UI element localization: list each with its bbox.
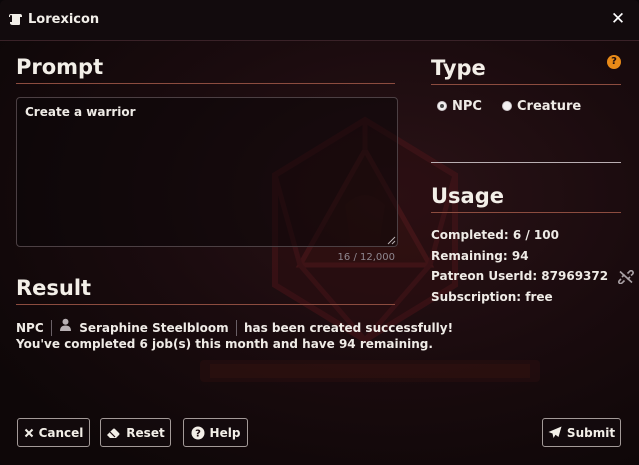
usage-subscription: Subscription: free xyxy=(431,290,553,304)
close-icon xyxy=(24,428,33,437)
result-status: has been created successfully! xyxy=(243,320,454,335)
radio-npc-label: NPC xyxy=(452,98,482,114)
banner-background-icon xyxy=(200,360,540,382)
reset-button[interactable]: Reset xyxy=(100,418,171,447)
title-bar: Lorexicon ✕ xyxy=(0,0,639,41)
user-icon xyxy=(60,318,72,331)
submit-button[interactable]: Submit xyxy=(542,418,621,447)
help-label: Help xyxy=(209,425,241,440)
lorexicon-dialog: Lorexicon ✕ Prompt Create a warrior 16 /… xyxy=(0,0,639,465)
result-message: NPC Seraphine Steelbloom has been create… xyxy=(16,318,453,336)
usage-remaining: Remaining: 94 xyxy=(431,249,529,263)
paper-plane-icon xyxy=(548,426,562,438)
radio-button-icon[interactable] xyxy=(502,101,512,111)
help-icon[interactable]: ? xyxy=(607,55,621,69)
eraser-icon xyxy=(107,428,120,438)
scroll-icon xyxy=(9,14,22,25)
svg-text:?: ? xyxy=(195,428,201,439)
divider xyxy=(235,319,237,336)
result-heading: Result xyxy=(16,275,395,305)
divider xyxy=(50,319,52,336)
help-button[interactable]: ? Help xyxy=(183,418,248,447)
patreon-userid: Patreon UserId: 87969372 xyxy=(431,269,609,283)
resize-grip-icon[interactable] xyxy=(387,236,396,245)
radio-creature[interactable]: Creature xyxy=(502,98,581,114)
usage-heading: Usage xyxy=(431,183,621,213)
radio-creature-label: Creature xyxy=(517,98,582,114)
prompt-text: Create a warrior xyxy=(25,105,136,119)
divider xyxy=(431,162,621,163)
prompt-heading: Prompt xyxy=(16,54,395,84)
question-circle-icon: ? xyxy=(191,426,205,439)
usage-completed: Completed: 6 / 100 xyxy=(431,228,559,242)
close-icon[interactable]: ✕ xyxy=(609,8,627,30)
submit-label: Submit xyxy=(566,425,616,440)
cancel-label: Cancel xyxy=(38,425,84,440)
usage-patreon: Patreon UserId: 87969372 xyxy=(431,269,635,284)
result-type: NPC xyxy=(16,320,44,335)
window-title: Lorexicon xyxy=(28,12,100,27)
unlink-icon[interactable] xyxy=(617,269,635,284)
cancel-button[interactable]: Cancel xyxy=(17,418,90,447)
result-summary: You've completed 6 job(s) this month and… xyxy=(16,337,433,351)
prompt-textarea[interactable]: Create a warrior xyxy=(16,97,398,247)
character-count: 16 / 12,000 xyxy=(337,252,395,263)
reset-label: Reset xyxy=(126,425,165,440)
radio-npc[interactable]: NPC xyxy=(437,98,482,114)
radio-button-icon[interactable] xyxy=(437,101,447,111)
type-heading: Type xyxy=(431,55,621,85)
result-name[interactable]: Seraphine Steelbloom xyxy=(79,319,228,337)
